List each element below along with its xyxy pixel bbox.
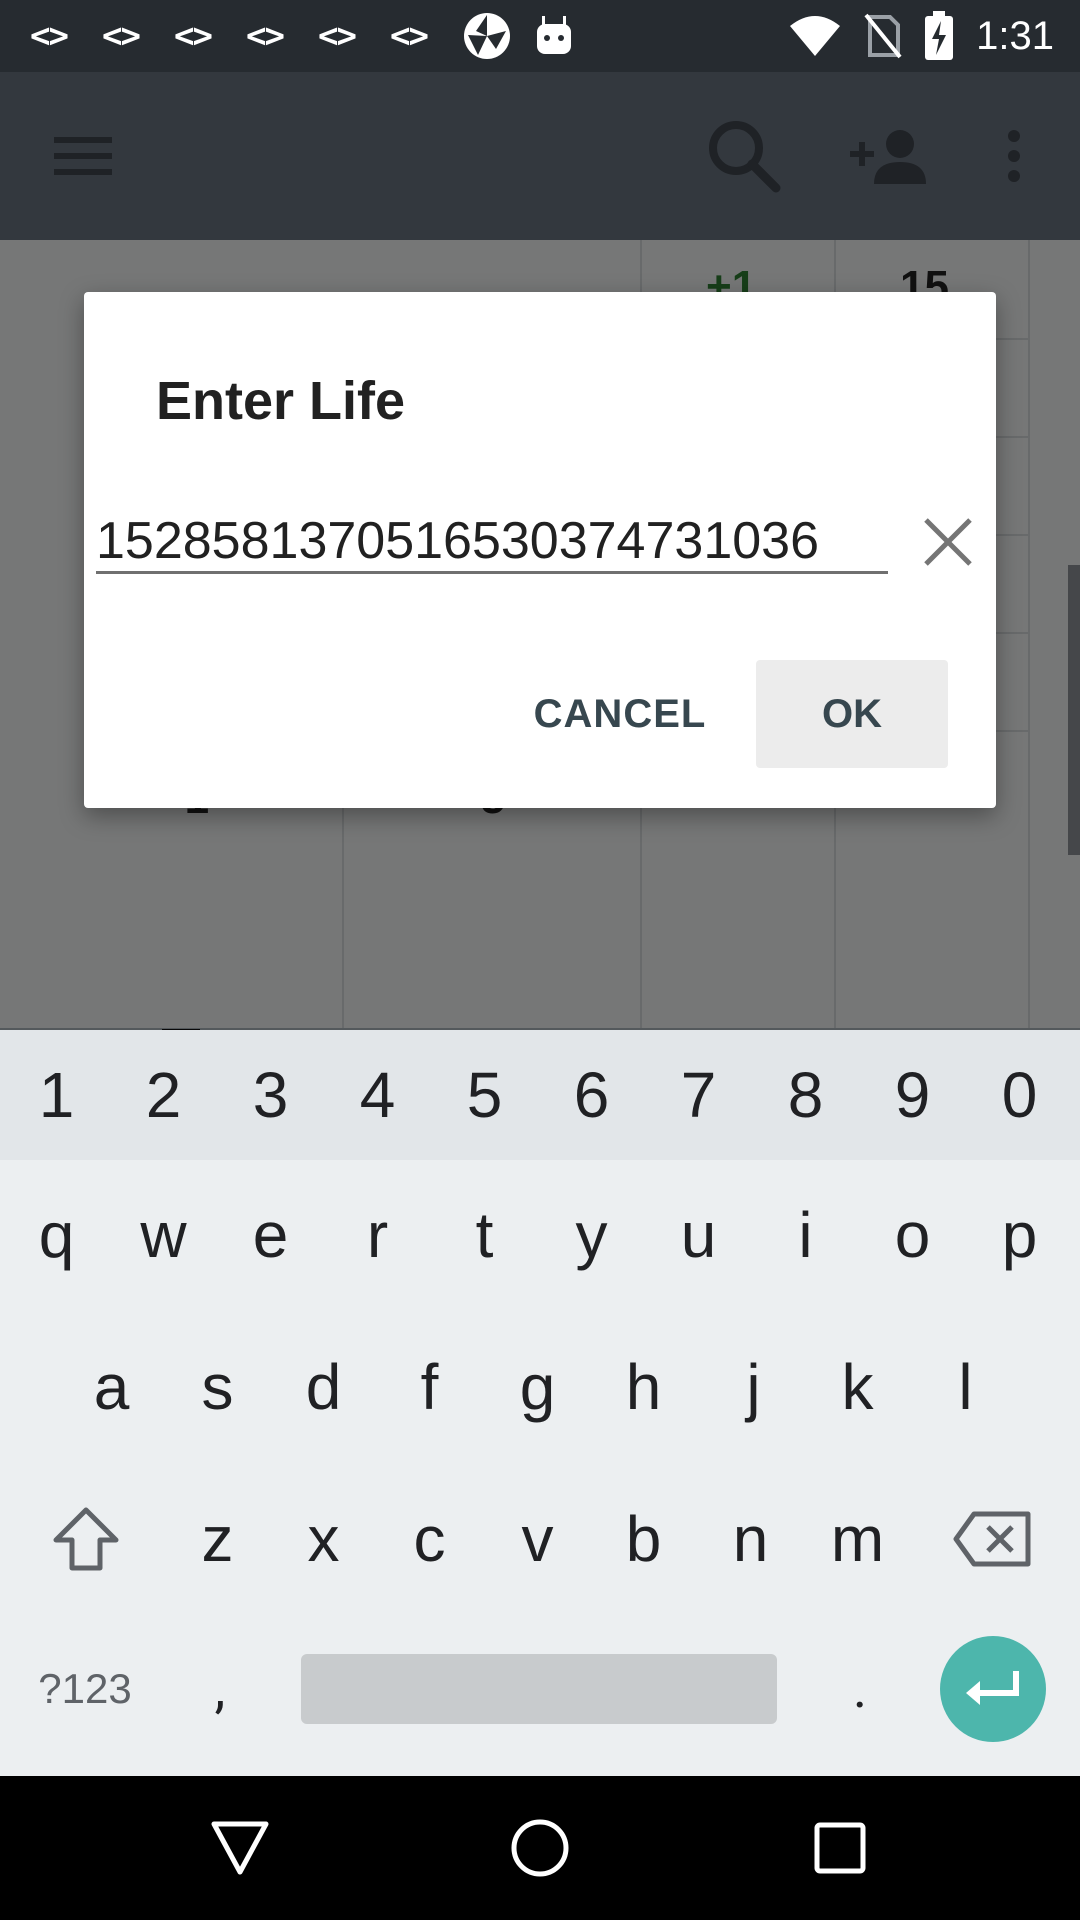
enter-icon bbox=[966, 1671, 1019, 1705]
key-5[interactable]: 5 bbox=[431, 1030, 538, 1160]
notification-icons: <> <> <> <> <> <> bbox=[30, 12, 574, 60]
no-sim-icon bbox=[864, 13, 902, 59]
key-m[interactable]: m bbox=[804, 1474, 911, 1604]
key-f[interactable]: f bbox=[376, 1322, 483, 1452]
key-6[interactable]: 6 bbox=[538, 1030, 645, 1160]
key-x[interactable]: x bbox=[270, 1474, 377, 1604]
more-vert-icon[interactable] bbox=[1004, 130, 1024, 182]
dialog-title: Enter Life bbox=[156, 371, 406, 431]
menu-icon[interactable] bbox=[54, 135, 112, 177]
ok-button[interactable]: OK bbox=[756, 660, 948, 768]
navigation-bar bbox=[0, 1776, 1080, 1920]
cancel-button[interactable]: CANCEL bbox=[524, 660, 716, 768]
life-input[interactable] bbox=[96, 510, 888, 574]
number-row: 1 2 3 4 5 6 7 8 9 0 bbox=[0, 1030, 1080, 1160]
key-0[interactable]: 0 bbox=[966, 1030, 1073, 1160]
key-p[interactable]: p bbox=[966, 1170, 1073, 1300]
code-icon: <> bbox=[390, 16, 429, 56]
status-bar: <> <> <> <> <> <> 1:31 bbox=[0, 0, 1080, 72]
key-w[interactable]: w bbox=[110, 1170, 217, 1300]
key-g[interactable]: g bbox=[484, 1322, 591, 1452]
key-y[interactable]: y bbox=[538, 1170, 645, 1300]
wifi-icon bbox=[790, 16, 841, 56]
key-j[interactable]: j bbox=[700, 1322, 807, 1452]
app-bar bbox=[0, 72, 1080, 240]
code-icon: <> bbox=[246, 16, 285, 56]
key-d[interactable]: d bbox=[270, 1322, 377, 1452]
code-icon: <> bbox=[174, 16, 213, 56]
key-n[interactable]: n bbox=[697, 1474, 804, 1604]
key-2[interactable]: 2 bbox=[110, 1030, 217, 1160]
clock: 1:31 bbox=[976, 13, 1054, 58]
home-icon[interactable] bbox=[510, 1818, 570, 1878]
system-icons: 1:31 bbox=[788, 10, 1054, 62]
key-l[interactable]: l bbox=[912, 1322, 1019, 1452]
symbols-key[interactable]: ?123 bbox=[20, 1624, 150, 1754]
key-q[interactable]: q bbox=[3, 1170, 110, 1300]
key-period[interactable]: . bbox=[810, 1624, 910, 1754]
key-v[interactable]: v bbox=[484, 1474, 591, 1604]
backspace-icon[interactable] bbox=[952, 1510, 1032, 1568]
code-icon: <> bbox=[102, 16, 141, 56]
key-8[interactable]: 8 bbox=[752, 1030, 859, 1160]
key-t[interactable]: t bbox=[431, 1170, 538, 1300]
key-r[interactable]: r bbox=[324, 1170, 431, 1300]
key-9[interactable]: 9 bbox=[859, 1030, 966, 1160]
shift-icon[interactable] bbox=[52, 1506, 120, 1572]
key-c[interactable]: c bbox=[376, 1474, 483, 1604]
add-person-icon[interactable] bbox=[850, 128, 928, 184]
key-k[interactable]: k bbox=[804, 1322, 911, 1452]
android-icon bbox=[537, 16, 571, 54]
key-h[interactable]: h bbox=[590, 1322, 697, 1452]
key-a[interactable]: a bbox=[58, 1322, 165, 1452]
key-o[interactable]: o bbox=[859, 1170, 966, 1300]
key-4[interactable]: 4 bbox=[324, 1030, 431, 1160]
space-key[interactable] bbox=[301, 1654, 777, 1724]
back-icon[interactable] bbox=[210, 1820, 270, 1876]
clear-icon[interactable] bbox=[920, 514, 976, 570]
key-e[interactable]: e bbox=[217, 1170, 324, 1300]
enter-key[interactable] bbox=[940, 1636, 1046, 1742]
key-comma[interactable]: , bbox=[170, 1624, 270, 1754]
key-s[interactable]: s bbox=[164, 1322, 271, 1452]
key-7[interactable]: 7 bbox=[645, 1030, 752, 1160]
recents-icon[interactable] bbox=[814, 1822, 866, 1874]
key-b[interactable]: b bbox=[590, 1474, 697, 1604]
key-z[interactable]: z bbox=[164, 1474, 271, 1604]
code-icon: <> bbox=[318, 16, 357, 56]
key-u[interactable]: u bbox=[645, 1170, 752, 1300]
code-icon: <> bbox=[30, 16, 69, 56]
key-1[interactable]: 1 bbox=[3, 1030, 110, 1160]
soft-keyboard: 1 2 3 4 5 6 7 8 9 0 q w e r t y u i o p … bbox=[0, 1030, 1080, 1776]
search-icon[interactable] bbox=[706, 118, 782, 194]
battery-charging-icon bbox=[925, 11, 954, 60]
enter-life-dialog: Enter Life CANCEL OK bbox=[84, 292, 996, 808]
pinwheel-icon bbox=[464, 13, 510, 59]
key-i[interactable]: i bbox=[752, 1170, 859, 1300]
key-3[interactable]: 3 bbox=[217, 1030, 324, 1160]
